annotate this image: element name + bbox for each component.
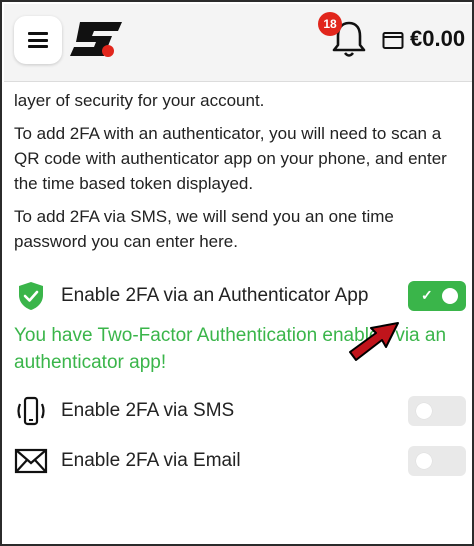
sms-toggle[interactable]: [408, 396, 466, 426]
envelope-icon: [14, 444, 48, 478]
clipped-text-line: ... ... ... ...: [14, 72, 85, 83]
toggle-knob: [442, 288, 458, 304]
sms-option-row: Enable 2FA via SMS: [14, 393, 466, 429]
menu-button[interactable]: [14, 16, 62, 64]
wallet-icon[interactable]: [382, 30, 404, 50]
check-icon: ✓: [421, 287, 433, 303]
page-frame: 18 €0.00 ... ... ... ... layer of securi…: [0, 0, 474, 546]
authenticator-option-label: Enable 2FA via an Authenticator App: [61, 285, 369, 306]
account-balance[interactable]: €0.00: [410, 26, 465, 52]
shield-check-icon: [14, 279, 48, 313]
authenticator-option-row: Enable 2FA via an Authenticator App ✓: [14, 278, 466, 314]
authenticator-info-text: To add 2FA with an authenticator, you wi…: [14, 124, 447, 193]
red-arrow-icon: [349, 322, 399, 361]
sms-option-label: Enable 2FA via SMS: [61, 400, 235, 421]
authenticator-toggle[interactable]: ✓: [408, 281, 466, 311]
brand-logo-icon[interactable]: [70, 18, 126, 62]
hamburger-menu-icon: [28, 32, 48, 48]
notification-count-badge: 18: [318, 12, 342, 36]
phone-vibrate-icon: [14, 394, 48, 428]
email-option-row: Enable 2FA via Email: [14, 443, 466, 479]
intro-text: layer of security for your account.: [14, 91, 265, 110]
toggle-knob: [416, 453, 432, 469]
toggle-knob: [416, 403, 432, 419]
sms-info-text: To add 2FA via SMS, we will send you an …: [14, 207, 394, 251]
two-factor-description: ... ... ... ... layer of security for yo…: [14, 72, 466, 262]
email-option-label: Enable 2FA via Email: [61, 450, 241, 471]
email-toggle[interactable]: [408, 446, 466, 476]
